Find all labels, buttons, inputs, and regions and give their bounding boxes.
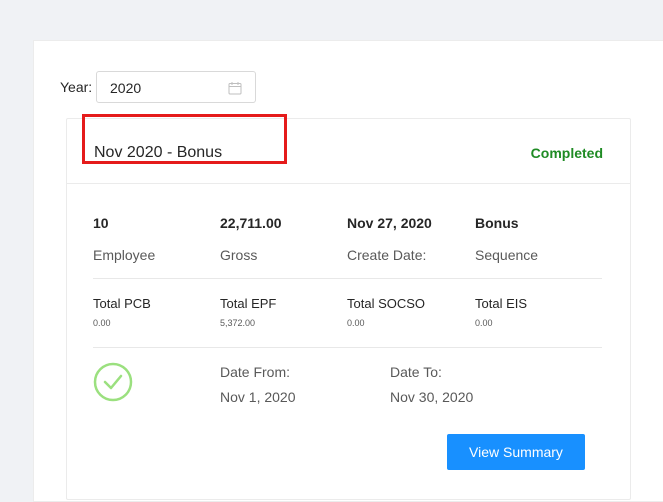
create-date-label: Create Date: bbox=[347, 247, 427, 263]
total-eis-label: Total EIS bbox=[475, 296, 528, 311]
top-strip bbox=[0, 0, 663, 10]
year-value: 2020 bbox=[110, 80, 142, 96]
gross-value: 22,711.00 bbox=[220, 215, 282, 231]
calendar-icon bbox=[228, 82, 242, 95]
create-date-value: Nov 27, 2020 bbox=[347, 215, 432, 231]
check-circle-icon bbox=[93, 362, 133, 402]
sequence-label: Sequence bbox=[475, 247, 539, 263]
date-to-label: Date To: bbox=[390, 364, 442, 380]
date-to-value: Nov 30, 2020 bbox=[390, 389, 474, 405]
status-badge: Completed bbox=[530, 145, 603, 161]
year-label: Year: bbox=[60, 79, 93, 95]
total-epf-label: Total EPF bbox=[220, 296, 277, 311]
employee-label: Employee bbox=[93, 247, 156, 263]
year-picker[interactable]: 2020 bbox=[96, 71, 256, 103]
highlight-box bbox=[82, 114, 287, 164]
date-from-value: Nov 1, 2020 bbox=[220, 389, 296, 405]
gross-label: Gross bbox=[220, 247, 258, 263]
date-from-label: Date From: bbox=[220, 364, 291, 380]
total-socso-value: 0.00 bbox=[347, 318, 365, 328]
view-summary-button[interactable]: View Summary bbox=[447, 434, 585, 470]
total-pcb-label: Total PCB bbox=[93, 296, 151, 311]
total-pcb-value: 0.00 bbox=[93, 318, 111, 328]
sequence-value: Bonus bbox=[475, 215, 519, 231]
divider bbox=[93, 278, 602, 279]
total-epf-value: 5,372.00 bbox=[220, 318, 256, 328]
divider bbox=[93, 347, 602, 348]
total-eis-value: 0.00 bbox=[475, 318, 493, 328]
total-socso-label: Total SOCSO bbox=[347, 296, 426, 311]
employee-count: 10 bbox=[93, 215, 109, 231]
